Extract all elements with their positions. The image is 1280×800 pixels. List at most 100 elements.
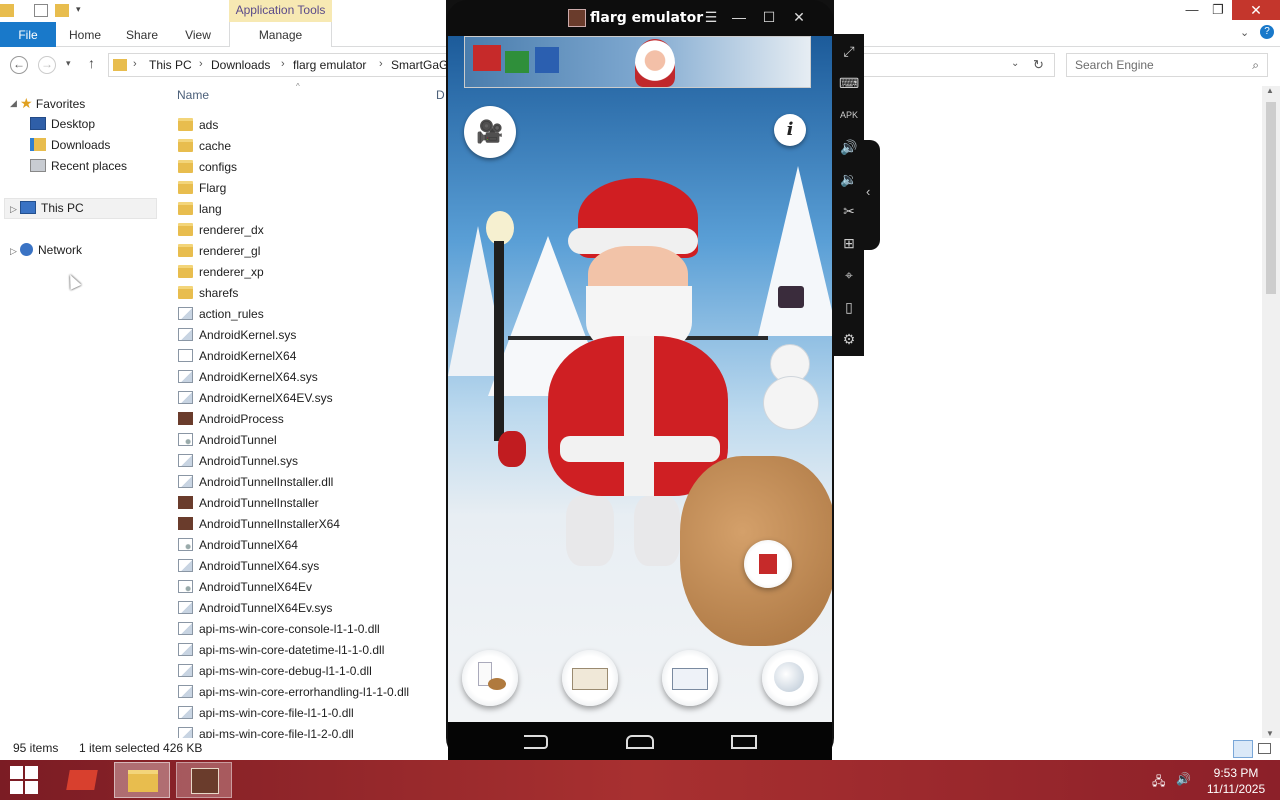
tab-view[interactable]: View [176, 22, 220, 47]
menu-icon[interactable]: ☰ [702, 9, 720, 26]
shake-icon[interactable]: ▯ [839, 297, 859, 317]
breadcrumb-this-pc[interactable]: This PC [149, 58, 192, 72]
tab-manage[interactable]: Manage [229, 22, 332, 47]
video-record-icon[interactable]: 🎥 [464, 106, 516, 158]
nav-recent-places[interactable]: Recent places [30, 156, 127, 176]
list-item[interactable]: api-ms-win-core-datetime-l1-1-0.dll7 [178, 640, 448, 661]
list-item[interactable]: AndroidTunnelInstaller8 [178, 493, 448, 514]
volume-tray-icon[interactable]: 🔊 [1176, 772, 1191, 786]
postcard-button[interactable] [662, 650, 718, 706]
letter-button[interactable] [562, 650, 618, 706]
list-item[interactable]: api-ms-win-core-file-l1-2-0.dll7 [178, 724, 448, 738]
list-item[interactable]: api-ms-win-core-errorhandling-l1-1-0.dll… [178, 682, 448, 703]
fullscreen-icon[interactable]: ⤢ [839, 41, 859, 61]
breadcrumb-downloads[interactable]: Downloads [211, 58, 270, 72]
home-nav-icon[interactable] [626, 735, 654, 749]
list-item[interactable]: AndroidKernelX641 [178, 346, 448, 367]
list-item[interactable]: renderer_gl5 [178, 241, 448, 262]
address-dropdown-icon[interactable]: ⌄ [1011, 58, 1019, 69]
ad-banner[interactable] [464, 36, 811, 88]
large-icons-view-button[interactable] [1258, 743, 1271, 754]
list-item[interactable]: Flarg5 [178, 178, 448, 199]
emulator-close-button[interactable]: ✕ [790, 9, 808, 26]
tab-file[interactable]: File [0, 22, 56, 47]
details-view-button[interactable] [1233, 740, 1253, 758]
info-icon[interactable]: i [774, 114, 806, 146]
apk-install-icon[interactable]: APK [839, 105, 859, 125]
tab-home[interactable]: Home [60, 22, 110, 47]
gift-button[interactable] [744, 540, 792, 588]
scroll-down-icon[interactable]: ▼ [1266, 729, 1274, 738]
list-item[interactable]: configs5 [178, 157, 448, 178]
android-screen[interactable]: 🎥 i [448, 36, 832, 722]
list-item[interactable]: AndroidKernelX64.sys8 [178, 367, 448, 388]
expand-icon[interactable]: ▷ [10, 204, 17, 215]
list-item[interactable]: lang5 [178, 199, 448, 220]
list-item[interactable]: AndroidTunnelX64Ev.sys8 [178, 598, 448, 619]
taskbar-flarg-emulator[interactable] [176, 762, 232, 798]
start-button[interactable] [10, 766, 38, 794]
expand-icon[interactable]: ◢ [10, 98, 17, 109]
list-item[interactable]: AndroidTunnelX647 [178, 535, 448, 556]
scroll-up-icon[interactable]: ▲ [1266, 86, 1274, 95]
nav-this-pc[interactable]: This PC [20, 198, 84, 218]
new-folder-icon[interactable] [55, 4, 69, 17]
volume-up-icon[interactable]: 🔊 [839, 137, 859, 157]
recent-locations-icon[interactable]: ▾ [66, 58, 71, 69]
breadcrumb-flarg-emulator[interactable]: flarg emulator [293, 58, 366, 72]
list-item[interactable]: AndroidTunnel7 [178, 430, 448, 451]
recent-apps-nav-icon[interactable] [731, 735, 757, 749]
volume-down-icon[interactable]: 🔉 [839, 169, 859, 189]
close-button[interactable]: ✕ [1232, 0, 1280, 20]
help-icon[interactable]: ? [1260, 25, 1274, 39]
list-item[interactable]: AndroidTunnelInstaller.dll8 [178, 472, 448, 493]
add-window-icon[interactable]: ⊞ [839, 233, 859, 253]
taskbar-file-explorer[interactable] [114, 762, 170, 798]
taskbar-app-redbox[interactable] [54, 762, 110, 798]
list-item[interactable]: AndroidKernelX64EV.sys8 [178, 388, 448, 409]
list-item[interactable]: sharefs1 [178, 283, 448, 304]
toolbar-collapse-tab[interactable]: ‹ [862, 140, 880, 250]
list-item[interactable]: api-ms-win-core-debug-l1-1-0.dll7 [178, 661, 448, 682]
address-bar[interactable]: › This PC › Downloads › flarg emulator ›… [108, 53, 455, 77]
nav-network[interactable]: Network [20, 240, 82, 260]
list-item[interactable]: AndroidTunnelX64Ev7 [178, 577, 448, 598]
tab-share[interactable]: Share [118, 22, 166, 47]
nav-downloads[interactable]: Downloads [30, 135, 110, 155]
list-item[interactable]: api-ms-win-core-console-l1-1-0.dll7 [178, 619, 448, 640]
nav-favorites[interactable]: ★ Favorites [20, 93, 85, 113]
snowball-button[interactable] [762, 650, 818, 706]
minimize-button[interactable]: — [1178, 0, 1206, 22]
forward-button[interactable]: → [38, 56, 56, 74]
expand-ribbon-icon[interactable]: ⌄ [1240, 26, 1249, 39]
list-item[interactable]: renderer_xp5 [178, 262, 448, 283]
search-input[interactable]: Search Engine ⌕ [1066, 53, 1268, 77]
qat-dropdown-icon[interactable]: ▾ [76, 4, 86, 17]
address-bar-end[interactable]: ⌄ ↻ [833, 53, 1055, 77]
list-item[interactable]: AndroidTunnelX64.sys8 [178, 556, 448, 577]
list-item[interactable]: AndroidTunnelInstallerX648 [178, 514, 448, 535]
up-button[interactable]: ↑ [88, 55, 95, 71]
network-tray-icon[interactable]: 🖧 [1152, 772, 1165, 793]
settings-icon[interactable]: ⚙ [839, 329, 859, 349]
scissors-icon[interactable]: ✂ [839, 201, 859, 221]
list-item[interactable]: AndroidTunnel.sys8 [178, 451, 448, 472]
scrollbar-thumb[interactable] [1266, 102, 1276, 294]
list-item[interactable]: ads1 [178, 115, 448, 136]
nav-desktop[interactable]: Desktop [30, 114, 95, 134]
back-button[interactable]: ← [10, 56, 28, 74]
emulator-minimize-button[interactable]: — [730, 9, 748, 25]
emulator-maximize-button[interactable]: ☐ [760, 9, 778, 26]
list-item[interactable]: AndroidProcess8 [178, 409, 448, 430]
location-icon[interactable]: ⌖ [839, 265, 859, 285]
keyboard-icon[interactable]: ⌨ [839, 73, 859, 93]
back-nav-icon[interactable] [524, 735, 548, 749]
list-item[interactable]: action_rules7 [178, 304, 448, 325]
list-item[interactable]: api-ms-win-core-file-l1-1-0.dll7 [178, 703, 448, 724]
list-item[interactable]: renderer_dx5 [178, 220, 448, 241]
refresh-icon[interactable]: ↻ [1033, 57, 1044, 73]
expand-icon[interactable]: ▷ [10, 246, 17, 257]
milk-cookies-button[interactable] [462, 650, 518, 706]
list-item[interactable]: cache1 [178, 136, 448, 157]
restore-button[interactable]: ❐ [1204, 0, 1232, 22]
